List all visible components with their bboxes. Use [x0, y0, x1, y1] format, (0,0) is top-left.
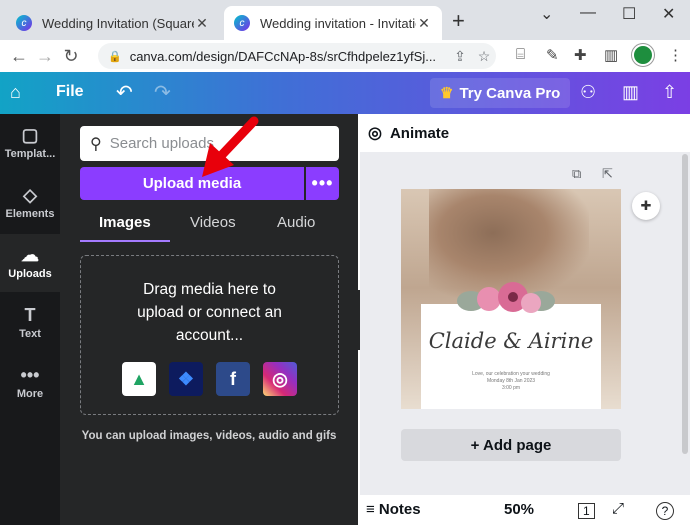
uploads-tabs: Images Videos Audio — [80, 210, 339, 242]
elements-icon: ◇ — [23, 185, 37, 205]
event-details: Love, our celebration your wedding Monda… — [472, 371, 550, 391]
cloud-upload-icon: ☁ — [21, 245, 39, 265]
redo-icon[interactable]: ↷ — [154, 80, 171, 105]
canva-favicon-icon: c — [16, 15, 32, 31]
try-canva-pro-button[interactable]: ♛ Try Canva Pro — [430, 78, 571, 108]
close-tab-icon[interactable]: ✕ — [416, 15, 432, 32]
reload-icon[interactable]: ↻ — [58, 46, 84, 67]
google-drive-icon[interactable]: ▲ — [122, 362, 156, 396]
drop-instructions: Drag media here to upload or connect an … — [137, 281, 282, 344]
new-tab-button[interactable]: + — [452, 10, 465, 32]
browser-toolbar: ← → ↻ 🔒 canva.com/design/DAFCcNAp-8s/srC… — [0, 40, 690, 72]
tab-audio[interactable]: Audio — [277, 214, 315, 231]
red-pointer-arrow-icon — [202, 116, 259, 177]
tab-images[interactable]: Images — [99, 214, 151, 231]
add-page-icon[interactable]: ⇱ — [602, 166, 613, 182]
text-icon: T — [24, 305, 36, 325]
duplicate-page-icon[interactable]: ⧉ — [572, 166, 581, 182]
share-icon[interactable]: ⇪ — [448, 48, 472, 65]
upload-hint-text: You can upload images, videos, audio and… — [81, 430, 337, 442]
insights-chart-icon[interactable]: ▥ — [622, 82, 639, 103]
close-window-button[interactable]: ✕ — [662, 4, 675, 24]
fullscreen-icon[interactable]: ⤢ — [612, 500, 624, 517]
rail-item-elements[interactable]: ◇ Elements — [0, 174, 60, 232]
browser-tab-wedding-square[interactable]: c Wedding Invitation (Square) ✕ — [6, 6, 220, 40]
rail-item-text[interactable]: T Text — [0, 294, 60, 352]
notes-button[interactable]: ≡ Notes — [366, 501, 421, 518]
file-menu[interactable]: File — [56, 83, 84, 101]
bookmark-star-icon[interactable]: ☆ — [472, 48, 496, 65]
minimize-button[interactable]: — — [580, 4, 596, 22]
undo-icon[interactable]: ↶ — [116, 80, 133, 105]
more-dots-icon: ••• — [20, 365, 40, 385]
design-canvas[interactable]: Claide & Airine Love, our celebration yo… — [401, 189, 621, 409]
help-icon[interactable]: ? — [656, 502, 674, 520]
address-bar[interactable]: 🔒 canva.com/design/DAFCcNAp-8s/srCfhdpel… — [98, 43, 496, 69]
tab-videos[interactable]: Videos — [190, 214, 236, 231]
facebook-icon[interactable]: f — [216, 362, 250, 396]
templates-icon: ▢ — [21, 125, 39, 145]
rail-label: Text — [19, 328, 41, 340]
split-view-icon[interactable]: ▥ — [604, 46, 618, 64]
vertical-scrollbar[interactable] — [682, 154, 688, 454]
crown-icon: ♛ — [440, 85, 454, 102]
animate-toolbar: ◎ Animate — [360, 114, 690, 152]
active-tab-underline — [80, 240, 170, 242]
animate-button[interactable]: Animate — [390, 125, 449, 142]
upload-share-icon[interactable]: ⇧ — [662, 82, 677, 103]
rail-label: Elements — [5, 208, 55, 220]
close-tab-icon[interactable]: ✕ — [194, 15, 210, 32]
dropbox-icon[interactable]: ❖ — [169, 362, 203, 396]
forward-arrow-icon[interactable]: → — [32, 46, 58, 67]
page-count[interactable]: 1 — [578, 503, 595, 519]
rail-item-uploads[interactable]: ☁ Uploads — [0, 234, 60, 292]
animate-icon: ◎ — [368, 125, 382, 142]
couple-names: Claide & Airine — [428, 329, 594, 353]
tab-search-chevron-icon[interactable]: ⌄ — [540, 4, 553, 24]
rail-item-templates[interactable]: ▢ Templat... — [0, 114, 60, 172]
lock-icon: 🔒 — [108, 50, 122, 63]
puzzle-extensions-icon[interactable]: ✚ — [574, 46, 587, 64]
notes-icon: ≡ — [366, 501, 379, 518]
upload-media-button[interactable]: Upload media — [80, 167, 304, 200]
browser-tab-bar: c Wedding Invitation (Square) ✕ c Weddin… — [0, 0, 690, 40]
search-icon: ⚲ — [90, 135, 102, 153]
home-icon[interactable]: ⌂ — [10, 82, 21, 103]
media-drop-zone[interactable]: Drag media here to upload or connect an … — [80, 255, 339, 415]
maximize-button[interactable]: ☐ — [622, 4, 636, 24]
rail-item-more[interactable]: ••• More — [0, 354, 60, 412]
tab-title: Wedding Invitation (Square) — [42, 15, 194, 31]
zoom-level[interactable]: 50% — [504, 501, 534, 518]
rail-label: Templat... — [4, 148, 56, 160]
tab-title: Wedding invitation - Invitation ( — [260, 15, 416, 31]
canva-header: ⌂ File ↶ ↷ ♛ Try Canva Pro ⚇ ▥ ⇧ — [0, 72, 690, 114]
upload-options-button[interactable]: ••• — [306, 167, 339, 200]
editor-footer: ≡ Notes 50% 1 ⤢ ? — [360, 495, 690, 525]
add-comment-icon[interactable]: ✚ — [632, 192, 660, 220]
color-picker-icon[interactable]: ✎ — [546, 46, 559, 64]
extension-icon[interactable]: ⌸ — [516, 46, 525, 63]
profile-avatar[interactable] — [632, 44, 654, 66]
rail-label: More — [16, 388, 44, 400]
share-people-icon[interactable]: ⚇ — [580, 82, 596, 103]
pro-label: Try Canva Pro — [459, 84, 561, 102]
side-rail: ▢ Templat... ◇ Elements ☁ Uploads T Text… — [0, 114, 60, 525]
url-text: canva.com/design/DAFCcNAp-8s/srCfhdpelez… — [129, 48, 437, 64]
instagram-icon[interactable]: ◎ — [263, 362, 297, 396]
editor-area: ◎ Animate ⧉ ⇱ Claide & Airine Love, our … — [360, 114, 690, 525]
add-page-button[interactable]: + Add page — [401, 429, 621, 461]
browser-tab-wedding-invitation[interactable]: c Wedding invitation - Invitation ( ✕ — [224, 6, 442, 40]
flower-decoration — [457, 282, 555, 313]
back-arrow-icon[interactable]: ← — [6, 46, 32, 67]
browser-menu-icon[interactable]: ⋮ — [668, 46, 683, 64]
rail-label: Uploads — [8, 268, 52, 280]
canva-favicon-icon: c — [234, 15, 250, 31]
